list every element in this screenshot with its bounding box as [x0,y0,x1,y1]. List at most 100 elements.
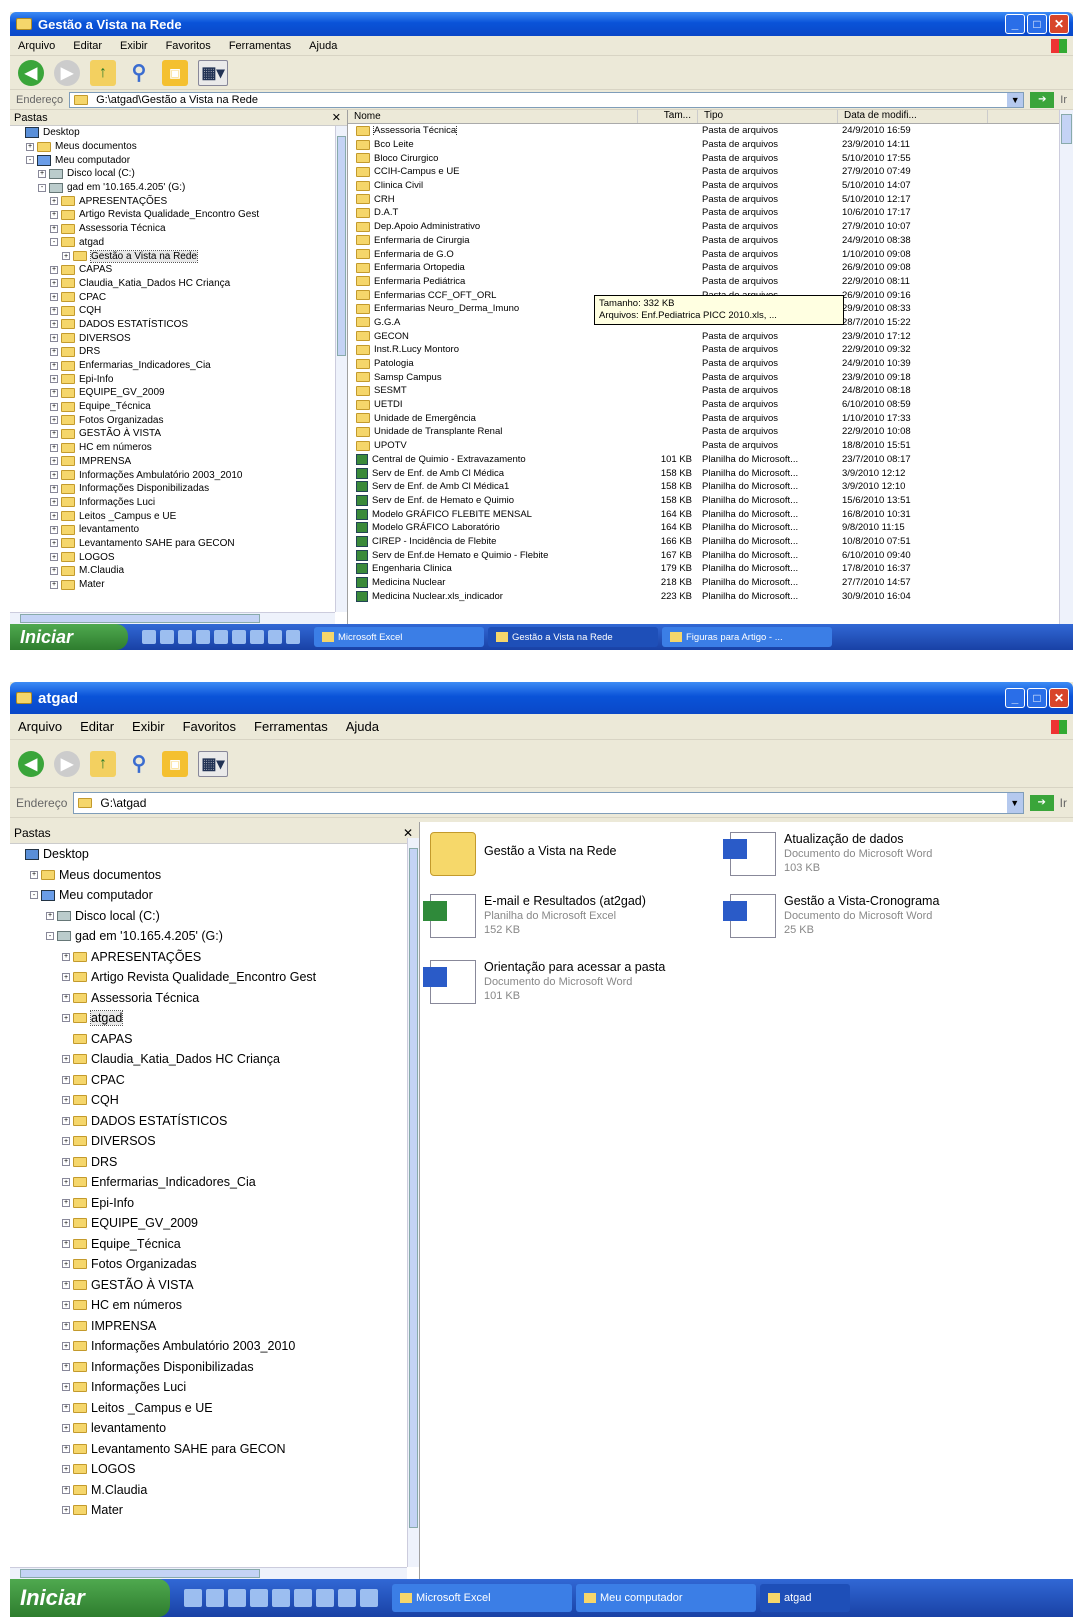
tree-item[interactable]: - atgad [10,236,347,250]
tree-item[interactable]: + Mater [10,578,347,592]
tree-item[interactable]: + Informações Luci [10,496,347,510]
tree-item[interactable]: + Informações Ambulatório 2003_2010 [10,1336,419,1357]
folders-button[interactable]: ▣ [162,59,188,86]
collapse-icon[interactable]: - [38,183,46,192]
file-row[interactable]: Unidade de Emergência Pasta de arquivos 1/… [348,411,1073,425]
file-row[interactable]: Central de Quimio - Extravazamento 101 KB… [348,453,1073,467]
expand-icon[interactable]: + [62,1342,70,1351]
expand-icon[interactable]: + [50,293,58,302]
expand-icon[interactable]: + [62,1219,70,1228]
outlook-icon[interactable] [250,1589,268,1607]
expand-icon[interactable]: + [62,1444,70,1453]
title-bar[interactable]: atgad _ □ ✕ [10,682,1073,714]
tree-item[interactable]: + Leitos _Campus e UE [10,509,347,523]
column-size[interactable]: Tam... [638,110,698,123]
tree-item[interactable]: Desktop [10,126,347,140]
expand-icon[interactable]: + [50,512,58,521]
tree-item[interactable]: + HC em números [10,441,347,455]
expand-icon[interactable]: + [62,1506,70,1515]
expand-icon[interactable]: + [62,1362,70,1371]
tree-item[interactable]: CAPAS [10,1029,419,1050]
tree-item[interactable]: + CPAC [10,1070,419,1091]
close-icon[interactable]: ✕ [332,111,341,124]
file-row[interactable]: Engenharia Clinica 179 KB Planilha do Micr… [348,562,1073,576]
ie-icon[interactable] [184,1589,202,1607]
file-row[interactable]: Dep.Apoio Administrativo Pasta de arquivo… [348,220,1073,234]
tree-item[interactable]: + Levantamento SAHE para GECON [10,537,347,551]
expand-icon[interactable]: + [50,265,58,274]
tree-item[interactable]: + Epi-Info [10,1193,419,1214]
expand-icon[interactable]: + [50,224,58,233]
file-row[interactable]: Serv de Enf. de Amb Cl Médica 158 KB Plani… [348,466,1073,480]
menu-exibir[interactable]: Exibir [120,40,148,52]
go-arrow-icon[interactable]: ➔ [1029,794,1054,811]
tree-item[interactable]: + DRS [10,345,347,359]
file-row[interactable]: Samsp Campus Pasta de arquivos 23/9/2010 0… [348,370,1073,384]
horizontal-scrollbar[interactable] [10,1567,407,1579]
tree-item[interactable]: + APRESENTAÇÕES [10,194,347,208]
up-folder-button[interactable]: ↑ [90,59,116,86]
expand-icon[interactable]: + [62,1260,70,1269]
tree-item[interactable]: - gad em '10.165.4.205' (G:) [10,181,347,195]
title-bar[interactable]: Gestão a Vista na Rede _ □ ✕ [10,12,1073,36]
folders-button[interactable]: ▣ [162,750,188,777]
tree-item[interactable]: + DIVERSOS [10,331,347,345]
scroll-thumb[interactable] [20,1569,260,1578]
collapse-icon[interactable]: - [50,238,58,247]
search-button[interactable]: ⚲ [126,751,152,777]
media-icon[interactable] [228,1589,246,1607]
folder-icon[interactable] [286,630,300,644]
file-row[interactable]: Medicina Nuclear 218 KB Planilha do Micros… [348,576,1073,590]
chevron-down-icon[interactable]: ▼ [1007,92,1024,107]
expand-icon[interactable]: + [50,525,58,534]
close-button[interactable]: ✕ [1049,688,1069,708]
expand-icon[interactable]: + [50,416,58,425]
file-row[interactable]: Bco Leite Pasta de arquivos 23/9/2010 14:1… [348,138,1073,152]
file-row[interactable]: Inst.R.Lucy Montoro Pasta de arquivos 22/9… [348,343,1073,357]
scroll-thumb[interactable] [20,614,260,623]
go-button[interactable]: Ir [1060,796,1067,810]
vertical-scrollbar[interactable] [335,126,347,612]
expand-icon[interactable]: + [26,142,34,151]
tree-item[interactable]: + M.Claudia [10,564,347,578]
expand-icon[interactable]: + [62,1055,70,1064]
menu-editar[interactable]: Editar [80,719,114,734]
horizontal-scrollbar[interactable] [10,612,335,624]
tree-item[interactable]: + Enfermarias_Indicadores_Cia [10,1172,419,1193]
file-row[interactable]: CRH Pasta de arquivos 5/10/2010 12:17 [348,192,1073,206]
address-input[interactable]: G:\atgad ▼ [73,791,1024,814]
expand-icon[interactable]: + [50,553,58,562]
file-row[interactable]: Enfermaria Ortopedia Pasta de arquivos 26/… [348,261,1073,275]
tree-item[interactable]: + DIVERSOS [10,1131,419,1152]
expand-icon[interactable]: + [50,484,58,493]
file-row[interactable]: GECON Pasta de arquivos 23/9/2010 17:12 [348,329,1073,343]
expand-icon[interactable]: + [62,1198,70,1207]
file-row[interactable]: Patologia Pasta de arquivos 24/9/2010 10:3… [348,357,1073,371]
chevron-down-icon[interactable]: ▼ [1006,792,1023,813]
file-row[interactable]: D.A.T Pasta de arquivos 10/6/2010 17:17 [348,206,1073,220]
outlook-icon[interactable] [196,630,210,644]
expand-icon[interactable]: + [50,361,58,370]
expand-icon[interactable]: + [62,1096,70,1105]
calculator-icon[interactable] [214,630,228,644]
powerpoint-icon[interactable] [268,630,282,644]
file-row[interactable]: Medicina Nuclear.xls_indicador 223 KB Plan… [348,589,1073,603]
file-row[interactable]: Enfermaria Pediátrica Pasta de arquivos 22… [348,275,1073,289]
tree-item[interactable]: + DADOS ESTATÍSTICOS [10,1111,419,1132]
file-row[interactable]: Clinica Civil Pasta de arquivos 5/10/2010 … [348,179,1073,193]
collapse-icon[interactable]: - [26,156,34,165]
tree-item[interactable]: + Informações Disponibilizadas [10,482,347,496]
tree-item[interactable]: + Assessoria Técnica [10,222,347,236]
expand-icon[interactable]: + [62,1075,70,1084]
start-button[interactable]: Iniciar [10,1579,170,1617]
minimize-button[interactable]: _ [1005,688,1025,708]
expand-icon[interactable]: + [62,1321,70,1330]
tree-item[interactable]: + Fotos Organizadas [10,1254,419,1275]
address-input[interactable]: G:\atgad\Gestão a Vista na Rede ▼ [69,91,1025,108]
file-tile[interactable]: E-mail e Resultados (at2gad) Planilha do … [423,894,646,938]
tree-item[interactable]: - Meu computador [10,153,347,167]
expand-icon[interactable]: + [50,388,58,397]
expand-icon[interactable]: + [50,471,58,480]
expand-icon[interactable]: + [62,1465,70,1474]
menu-arquivo[interactable]: Arquivo [18,719,62,734]
